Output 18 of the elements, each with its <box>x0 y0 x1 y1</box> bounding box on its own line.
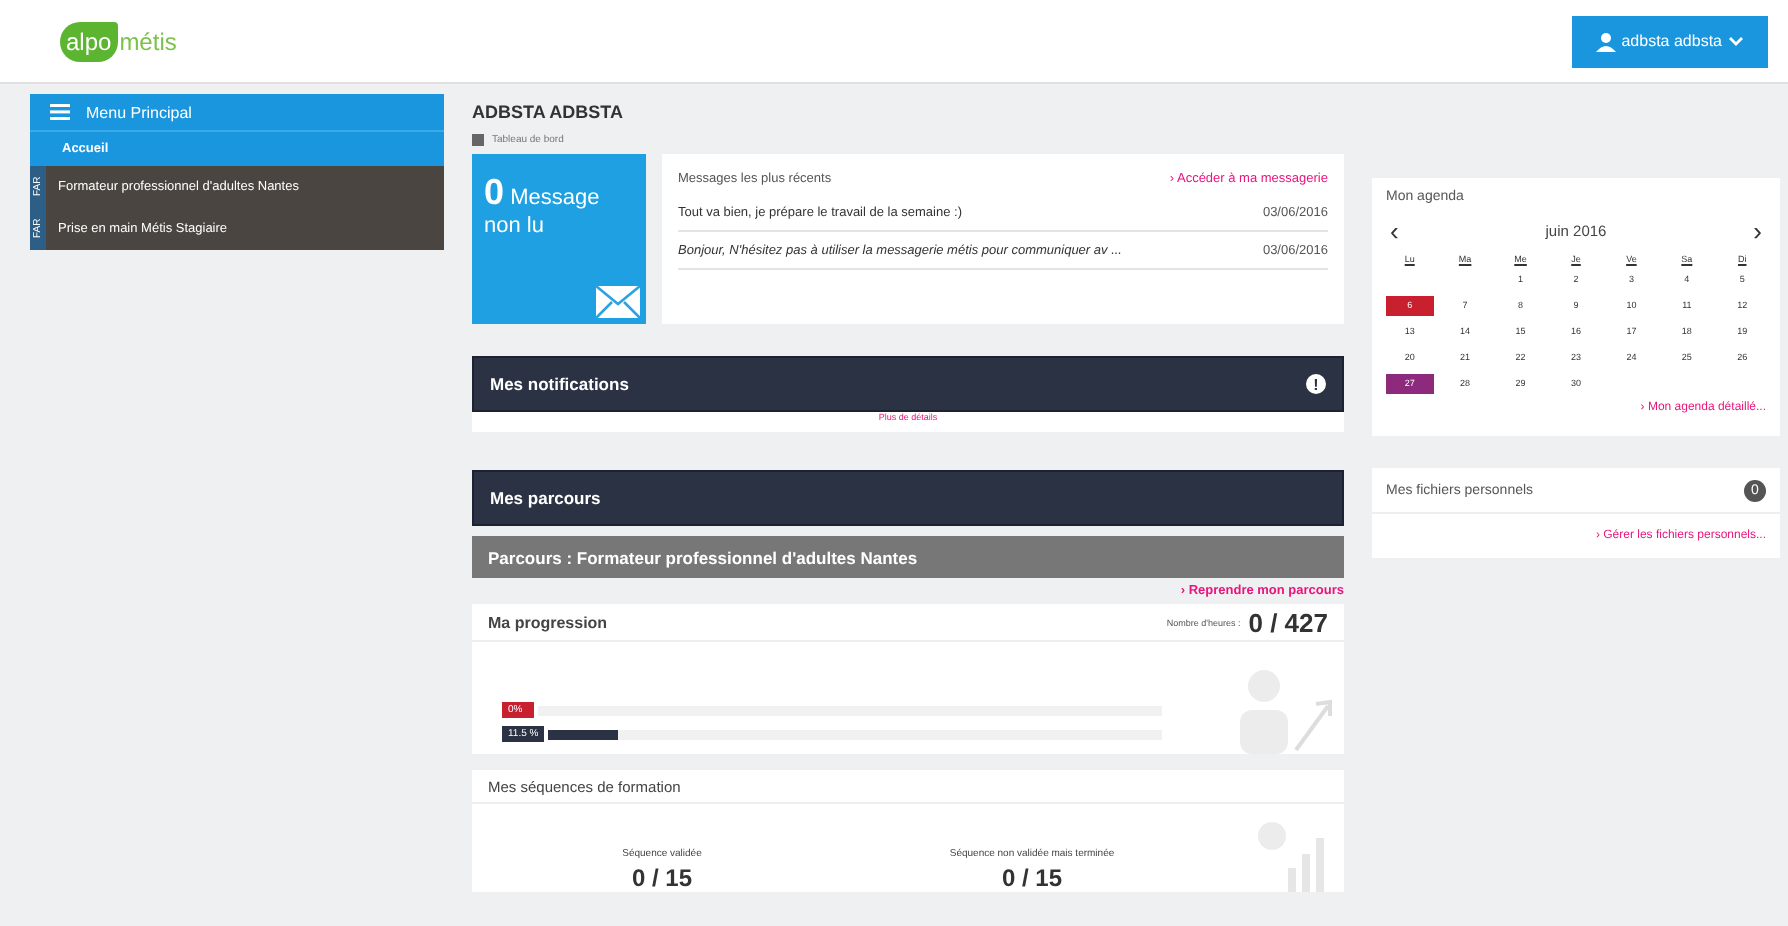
previous-month-button[interactable]: ‹ <box>1386 216 1403 246</box>
chevron-down-icon <box>1728 35 1744 47</box>
stat-value: 0 / 15 <box>629 864 695 892</box>
course-header: Parcours : Formateur professionnel d'adultes Nantes <box>472 536 1344 578</box>
stat-value: 0 / 15 <box>999 864 1065 892</box>
hours-count: 0 / 427 <box>1248 607 1328 637</box>
notifications-header: Mes notifications ! <box>472 356 1344 412</box>
menu-icon <box>50 104 70 120</box>
unread-count: 0 Message <box>484 172 602 214</box>
user-icon <box>1595 31 1616 51</box>
page-title: ADBSTA ADBSTA <box>472 102 625 122</box>
logo: alpo métis <box>60 21 177 61</box>
menu-header: Menu Principal <box>30 94 444 130</box>
next-month-button[interactable]: › <box>1749 216 1766 246</box>
section-heading: Ma progression <box>488 613 608 631</box>
info-badge: ! <box>1306 374 1326 394</box>
unread-label: non lu <box>484 214 546 238</box>
section-header: Mes parcours <box>472 470 1344 526</box>
